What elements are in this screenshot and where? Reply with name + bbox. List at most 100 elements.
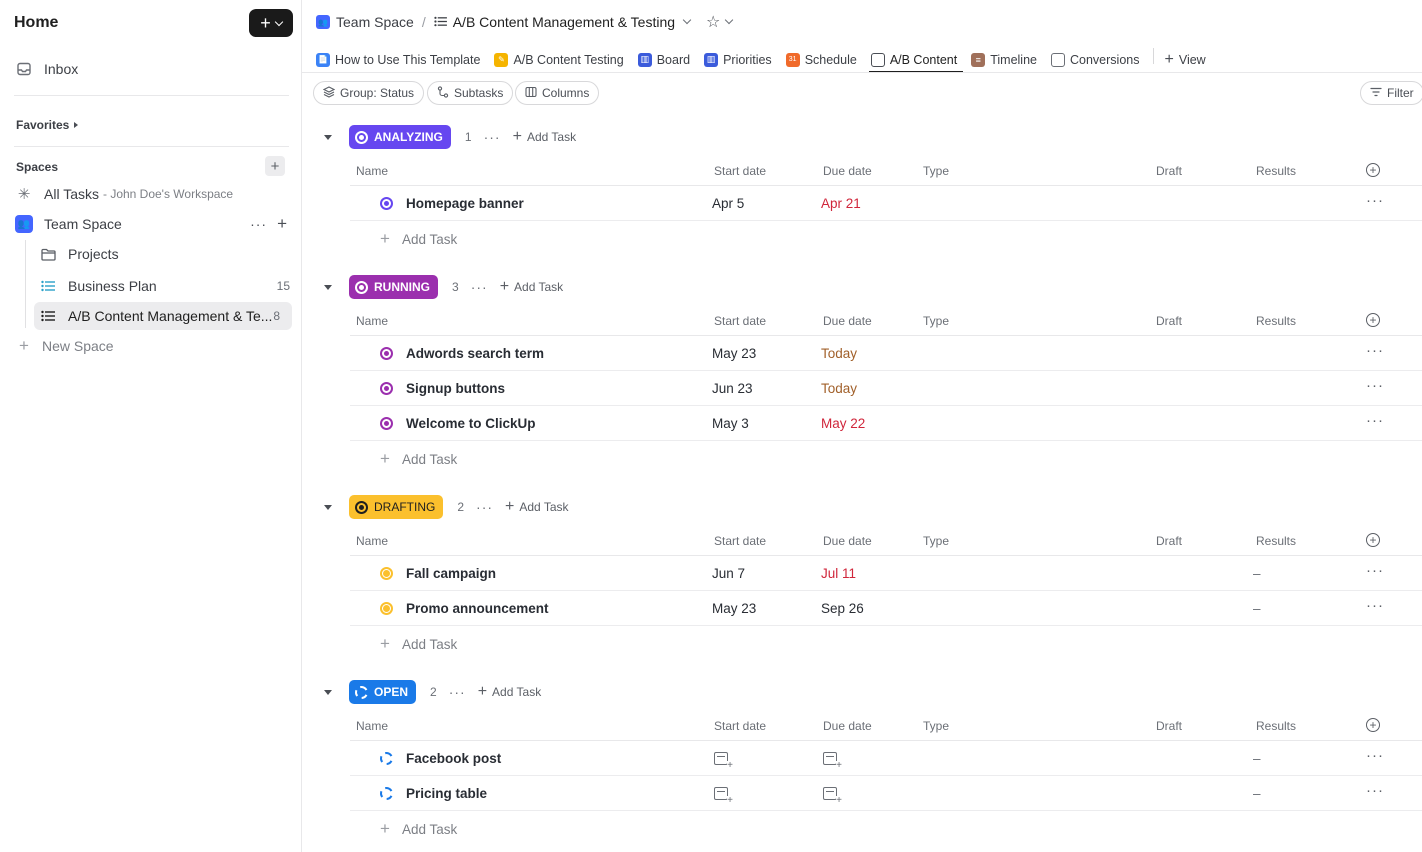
more-icon[interactable]: ··· (1366, 747, 1384, 764)
column-results[interactable]: Results (1256, 164, 1296, 178)
collapse-caret-icon[interactable] (324, 504, 332, 510)
more-icon[interactable]: ··· (484, 129, 501, 145)
task-name[interactable]: Fall campaign (406, 566, 496, 581)
add-task-row[interactable]: + Add Task (380, 447, 457, 471)
chevron-down-icon[interactable] (682, 15, 692, 25)
status-icon[interactable] (380, 567, 393, 580)
filter-button[interactable]: Filter (1360, 81, 1422, 105)
add-task-button[interactable]: + Add Task (500, 278, 564, 296)
breadcrumb-list[interactable]: A/B Content Management & Testing (453, 14, 675, 30)
add-view-button[interactable]: + View (1162, 42, 1211, 73)
column-due-date[interactable]: Due date (823, 314, 872, 328)
column-draft[interactable]: Draft (1156, 719, 1182, 733)
add-column-icon[interactable]: + (1366, 718, 1380, 732)
task-due-date[interactable]: Today (821, 346, 857, 361)
add-task-row[interactable]: + Add Task (380, 817, 457, 841)
plus-icon[interactable]: + (277, 214, 287, 234)
table-row[interactable]: Homepage banner Apr 5 Apr 21 ··· (350, 186, 1422, 221)
calendar-add-icon[interactable] (714, 752, 733, 770)
task-name[interactable]: Adwords search term (406, 346, 544, 361)
tab-ab-content-testing[interactable]: ✎ A/B Content Testing (492, 42, 629, 73)
table-row[interactable]: Welcome to ClickUp May 3 May 22 ··· (350, 406, 1422, 441)
calendar-add-icon[interactable] (714, 787, 733, 805)
more-icon[interactable]: ··· (1366, 782, 1384, 799)
group-by-button[interactable]: Group: Status (313, 81, 425, 105)
tab-schedule[interactable]: 31 Schedule (784, 42, 863, 73)
column-type[interactable]: Type (923, 534, 949, 548)
add-task-button[interactable]: + Add Task (478, 683, 542, 701)
task-due-date[interactable]: Sep 26 (821, 601, 864, 616)
task-results[interactable]: – (1253, 566, 1261, 581)
column-type[interactable]: Type (923, 164, 949, 178)
sidebar-item-team-space[interactable]: 👥 Team Space ··· + (14, 210, 291, 238)
table-row[interactable]: Adwords search term May 23 Today ··· (350, 336, 1422, 371)
sidebar-item-all-tasks[interactable]: ✳ All Tasks - John Doe's Workspace (14, 180, 291, 208)
collapse-caret-icon[interactable] (324, 689, 332, 695)
column-due-date[interactable]: Due date (823, 534, 872, 548)
task-name[interactable]: Pricing table (406, 786, 487, 801)
add-task-row[interactable]: + Add Task (380, 227, 457, 251)
more-icon[interactable]: ··· (1366, 192, 1384, 209)
task-due-date[interactable]: May 22 (821, 416, 865, 431)
column-start-date[interactable]: Start date (714, 164, 766, 178)
sidebar-home-title[interactable]: Home (14, 14, 58, 32)
more-icon[interactable]: ··· (449, 684, 466, 700)
task-start-date[interactable]: Apr 5 (712, 196, 744, 211)
status-icon[interactable] (380, 347, 393, 360)
task-start-date[interactable]: May 23 (712, 601, 756, 616)
task-name[interactable]: Signup buttons (406, 381, 505, 396)
status-icon[interactable] (380, 787, 393, 800)
sidebar-item-ab-content[interactable]: A/B Content Management & Te... 8 (34, 302, 292, 330)
task-due-date[interactable]: Apr 21 (821, 196, 861, 211)
column-name[interactable]: Name (356, 719, 388, 733)
more-icon[interactable]: ··· (250, 216, 267, 232)
tab-ab-content[interactable]: A/B Content (868, 42, 964, 73)
add-column-icon[interactable]: + (1366, 313, 1380, 327)
add-column-icon[interactable]: + (1366, 533, 1380, 547)
tab-timeline[interactable]: ≡ Timeline (969, 42, 1043, 73)
column-name[interactable]: Name (356, 314, 388, 328)
column-results[interactable]: Results (1256, 314, 1296, 328)
add-column-icon[interactable]: + (1366, 163, 1380, 177)
status-icon[interactable] (380, 382, 393, 395)
task-name[interactable]: Facebook post (406, 751, 501, 766)
column-results[interactable]: Results (1256, 534, 1296, 548)
column-due-date[interactable]: Due date (823, 719, 872, 733)
tab-priorities[interactable]: ▥ Priorities (702, 42, 778, 73)
task-name[interactable]: Welcome to ClickUp (406, 416, 536, 431)
task-start-date[interactable]: May 23 (712, 346, 756, 361)
column-start-date[interactable]: Start date (714, 314, 766, 328)
calendar-add-icon[interactable] (823, 787, 842, 805)
sidebar-item-projects[interactable]: Projects (38, 240, 291, 268)
status-icon[interactable] (380, 752, 393, 765)
table-row[interactable]: Facebook post – ··· (350, 741, 1422, 776)
calendar-add-icon[interactable] (823, 752, 842, 770)
status-icon[interactable] (380, 602, 393, 615)
collapse-caret-icon[interactable] (324, 284, 332, 290)
table-row[interactable]: Promo announcement May 23 Sep 26 – ··· (350, 591, 1422, 626)
task-start-date[interactable]: Jun 7 (712, 566, 745, 581)
column-draft[interactable]: Draft (1156, 534, 1182, 548)
more-icon[interactable]: ··· (476, 499, 493, 515)
chevron-down-icon[interactable] (725, 15, 734, 25)
add-task-row[interactable]: + Add Task (380, 632, 457, 656)
task-start-date[interactable]: May 3 (712, 416, 749, 431)
table-row[interactable]: Pricing table – ··· (350, 776, 1422, 811)
task-results[interactable]: – (1253, 786, 1261, 801)
table-row[interactable]: Signup buttons Jun 23 Today ··· (350, 371, 1422, 406)
column-type[interactable]: Type (923, 314, 949, 328)
column-name[interactable]: Name (356, 164, 388, 178)
tab-how-to-use[interactable]: 📄 How to Use This Template (314, 42, 486, 73)
task-name[interactable]: Homepage banner (406, 196, 524, 211)
star-icon[interactable]: ☆ (706, 12, 720, 32)
task-results[interactable]: – (1253, 751, 1261, 766)
more-icon[interactable]: ··· (1366, 562, 1384, 579)
create-new-button[interactable]: + (249, 9, 293, 37)
sidebar-item-inbox[interactable]: Inbox (14, 55, 291, 83)
task-due-date[interactable]: Today (821, 381, 857, 396)
column-start-date[interactable]: Start date (714, 719, 766, 733)
status-badge[interactable]: ANALYZING (349, 125, 451, 149)
collapse-caret-icon[interactable] (324, 134, 332, 140)
table-row[interactable]: Fall campaign Jun 7 Jul 11 – ··· (350, 556, 1422, 591)
add-task-button[interactable]: + Add Task (505, 498, 569, 516)
